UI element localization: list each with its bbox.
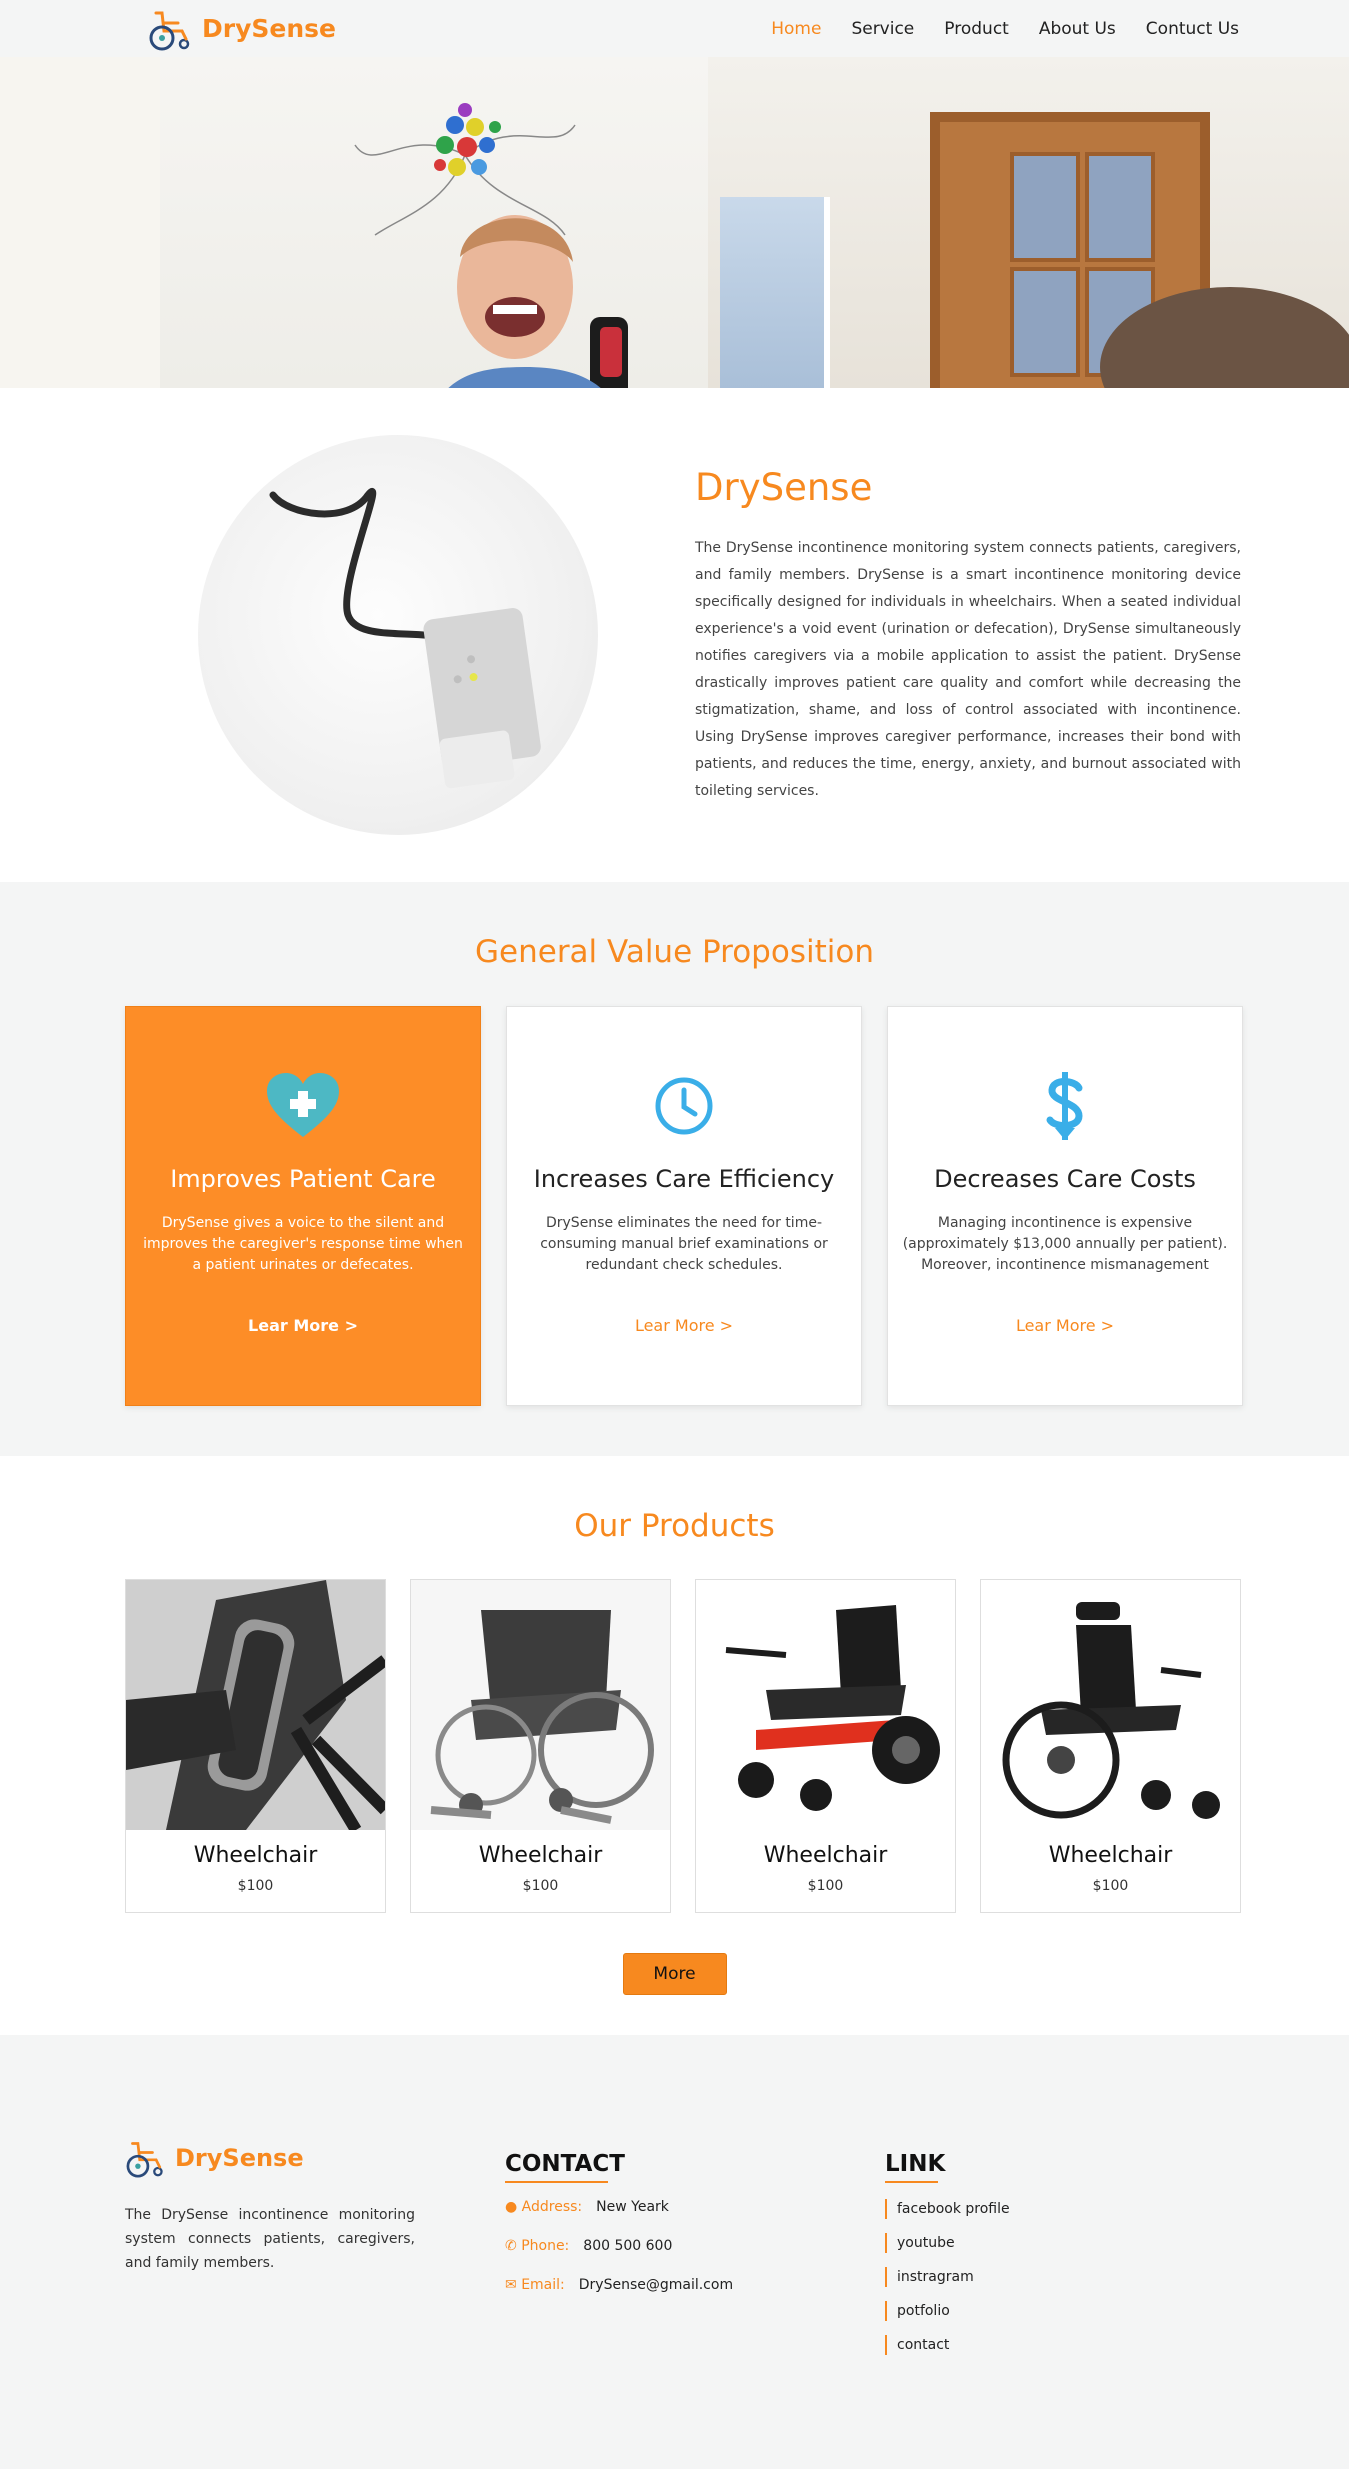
product-card[interactable]: Wheelchair $100 — [980, 1579, 1241, 1913]
navbar: DrySense Home Service Product About Us C… — [0, 0, 1349, 57]
product-grid: Wheelchair $100 Wheelchair $100 Wheelcha… — [0, 1579, 1349, 1913]
electric-wheelchair-red-image — [696, 1580, 955, 1830]
email-label: Email: — [521, 2277, 565, 2293]
product-card[interactable]: Wheelchair $100 — [125, 1579, 386, 1913]
address-value: New Yeark — [596, 2199, 669, 2215]
footer-about-column: DrySense The DrySense incontinence monit… — [125, 2138, 415, 2469]
wheelchair-logo-icon — [126, 2142, 163, 2178]
footer-link-instagram[interactable]: instragram — [885, 2267, 1185, 2287]
value-card-care-efficiency[interactable]: Increases Care Efficiency DrySense elimi… — [506, 1006, 862, 1406]
value-proposition-section: General Value Proposition Improves Patie… — [0, 882, 1349, 1456]
product-device-image — [198, 435, 598, 835]
contact-phone: ✆ Phone: 800 500 600 — [505, 2238, 885, 2254]
map-marker-icon: ● — [505, 2199, 518, 2215]
product-price: $100 — [237, 1878, 274, 1894]
contact-address: ● Address: New Yeark — [505, 2199, 885, 2215]
learn-more-link[interactable]: Lear More > — [635, 1316, 733, 1335]
value-card-care-costs[interactable]: Decreases Care Costs Managing incontinen… — [887, 1006, 1243, 1406]
card-description: Managing incontinence is expensive (appr… — [902, 1215, 1228, 1273]
footer-link-portfolio[interactable]: potfolio — [885, 2301, 1185, 2321]
card-title: Increases Care Efficiency — [533, 1165, 835, 1193]
phone-value: 800 500 600 — [583, 2238, 673, 2254]
wheelchair-closeup-image — [126, 1580, 385, 1830]
nav-about-us[interactable]: About Us — [1039, 19, 1116, 39]
main-nav: Home Service Product About Us Contuct Us — [771, 19, 1239, 39]
clock-icon — [507, 1071, 861, 1141]
nav-product[interactable]: Product — [944, 19, 1009, 39]
product-price: $100 — [1092, 1878, 1129, 1894]
product-name: Wheelchair — [193, 1843, 318, 1868]
product-card[interactable]: Wheelchair $100 — [695, 1579, 956, 1913]
sensor-device-illustration — [269, 488, 541, 789]
about-title: DrySense — [695, 465, 873, 509]
footer-link-facebook[interactable]: facebook profile — [885, 2199, 1185, 2219]
hero-window — [720, 197, 830, 388]
heading-underline — [505, 2181, 608, 2183]
footer: DrySense The DrySense incontinence monit… — [0, 2035, 1349, 2469]
value-section-title: General Value Proposition — [475, 934, 874, 970]
nav-service[interactable]: Service — [851, 19, 914, 39]
footer-links-column: LINK facebook profile youtube instragram… — [885, 2138, 1185, 2469]
learn-more-link[interactable]: Lear More > — [248, 1316, 358, 1335]
product-price: $100 — [807, 1878, 844, 1894]
envelope-icon: ✉ — [505, 2277, 517, 2293]
electric-wheelchair-black-image — [981, 1580, 1240, 1830]
product-name: Wheelchair — [1048, 1843, 1173, 1868]
brand-name: DrySense — [202, 14, 336, 43]
product-name: Wheelchair — [763, 1843, 888, 1868]
footer-brand-name: DrySense — [175, 2144, 304, 2172]
links-heading: LINK — [885, 2151, 946, 2177]
more-products-button[interactable]: More — [622, 1953, 727, 1995]
about-description: The DrySense incontinence monitoring sys… — [695, 539, 1241, 799]
heart-plus-icon — [126, 1071, 480, 1141]
about-section: DrySense The DrySense incontinence monit… — [0, 388, 1349, 882]
phone-label: Phone: — [521, 2238, 570, 2254]
products-section: Our Products Wheelchair $100 Wheelchair … — [0, 1456, 1349, 2035]
card-description: DrySense eliminates the need for time-co… — [540, 1215, 828, 1273]
nav-home[interactable]: Home — [771, 19, 821, 39]
heading-underline — [885, 2181, 938, 2183]
footer-brand[interactable]: DrySense — [125, 2138, 415, 2178]
contact-email: ✉ Email: DrySense@gmail.com — [505, 2277, 885, 2293]
email-value[interactable]: DrySense@gmail.com — [579, 2277, 733, 2293]
learn-more-link[interactable]: Lear More > — [1016, 1316, 1114, 1335]
smiling-person-figure — [448, 215, 628, 388]
phone-icon: ✆ — [505, 2238, 517, 2254]
wheelchair-logo-icon — [149, 11, 190, 50]
brand-logo[interactable]: DrySense — [148, 7, 336, 51]
product-card[interactable]: Wheelchair $100 — [410, 1579, 671, 1913]
footer-link-youtube[interactable]: youtube — [885, 2233, 1185, 2253]
nav-contact-us[interactable]: Contuct Us — [1146, 19, 1239, 39]
products-section-title: Our Products — [574, 1508, 775, 1544]
product-price: $100 — [522, 1878, 559, 1894]
footer-link-contact[interactable]: contact — [885, 2335, 1185, 2355]
product-name: Wheelchair — [478, 1843, 603, 1868]
address-label: Address: — [521, 2199, 583, 2215]
footer-about-text: The DrySense incontinence monitoring sys… — [125, 2207, 415, 2271]
dollar-icon — [888, 1071, 1242, 1141]
card-title: Decreases Care Costs — [934, 1165, 1196, 1193]
value-card-patient-care[interactable]: Improves Patient Care DrySense gives a v… — [125, 1006, 481, 1406]
manual-wheelchair-image — [411, 1580, 670, 1830]
hero-banner-image — [0, 57, 1349, 388]
footer-contact-column: CONTACT ● Address: New Yeark ✆ Phone: 80… — [505, 2138, 885, 2469]
contact-heading: CONTACT — [505, 2151, 625, 2177]
about-text-block: DrySense The DrySense incontinence monit… — [695, 466, 1241, 805]
card-title: Improves Patient Care — [170, 1165, 436, 1193]
value-cards: Improves Patient Care DrySense gives a v… — [0, 1006, 1349, 1406]
card-description: DrySense gives a voice to the silent and… — [143, 1215, 463, 1273]
